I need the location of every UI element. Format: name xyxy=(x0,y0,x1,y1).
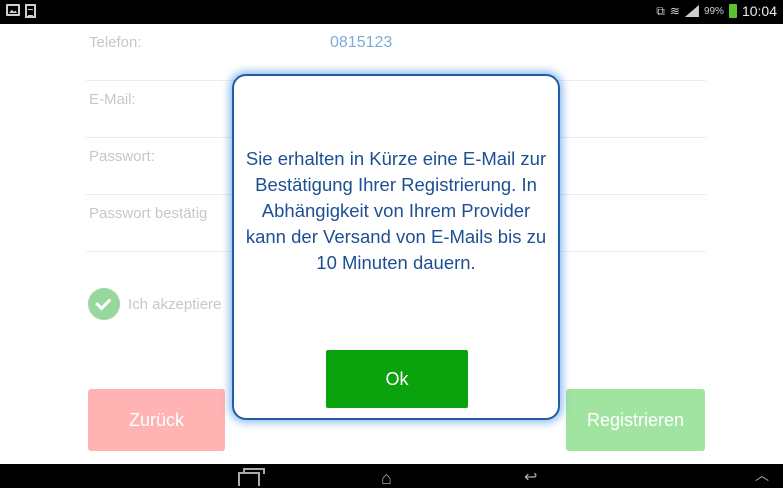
wifi-icon: ≋ xyxy=(669,4,680,18)
battery-percent: 99% xyxy=(703,5,724,17)
recent-apps-icon[interactable] xyxy=(238,468,265,486)
battery-icon xyxy=(728,4,737,18)
image-icon xyxy=(6,4,20,16)
confirmation-dialog: Sie erhalten in Kürze eine E-Mail zur Be… xyxy=(232,74,560,420)
signal-icon xyxy=(684,5,699,17)
status-bar: ⧉ ≋ 99% 10:04 xyxy=(0,0,783,24)
home-icon[interactable]: ⌂ xyxy=(381,469,392,487)
document-icon xyxy=(25,4,36,18)
clock-time: 10:04 xyxy=(741,3,777,19)
screenshot-icon: ⧉ xyxy=(656,3,665,18)
ok-button[interactable]: Ok xyxy=(326,350,468,408)
navigation-bar: ⌂ ↩ ︿ xyxy=(0,464,783,488)
status-left xyxy=(6,4,36,18)
status-right: ⧉ ≋ 99% 10:04 xyxy=(656,3,777,19)
chevron-up-icon[interactable]: ︿ xyxy=(755,468,769,482)
back-icon[interactable]: ↩ xyxy=(524,470,537,486)
dialog-message: Sie erhalten in Kürze eine E-Mail zur Be… xyxy=(245,148,547,273)
